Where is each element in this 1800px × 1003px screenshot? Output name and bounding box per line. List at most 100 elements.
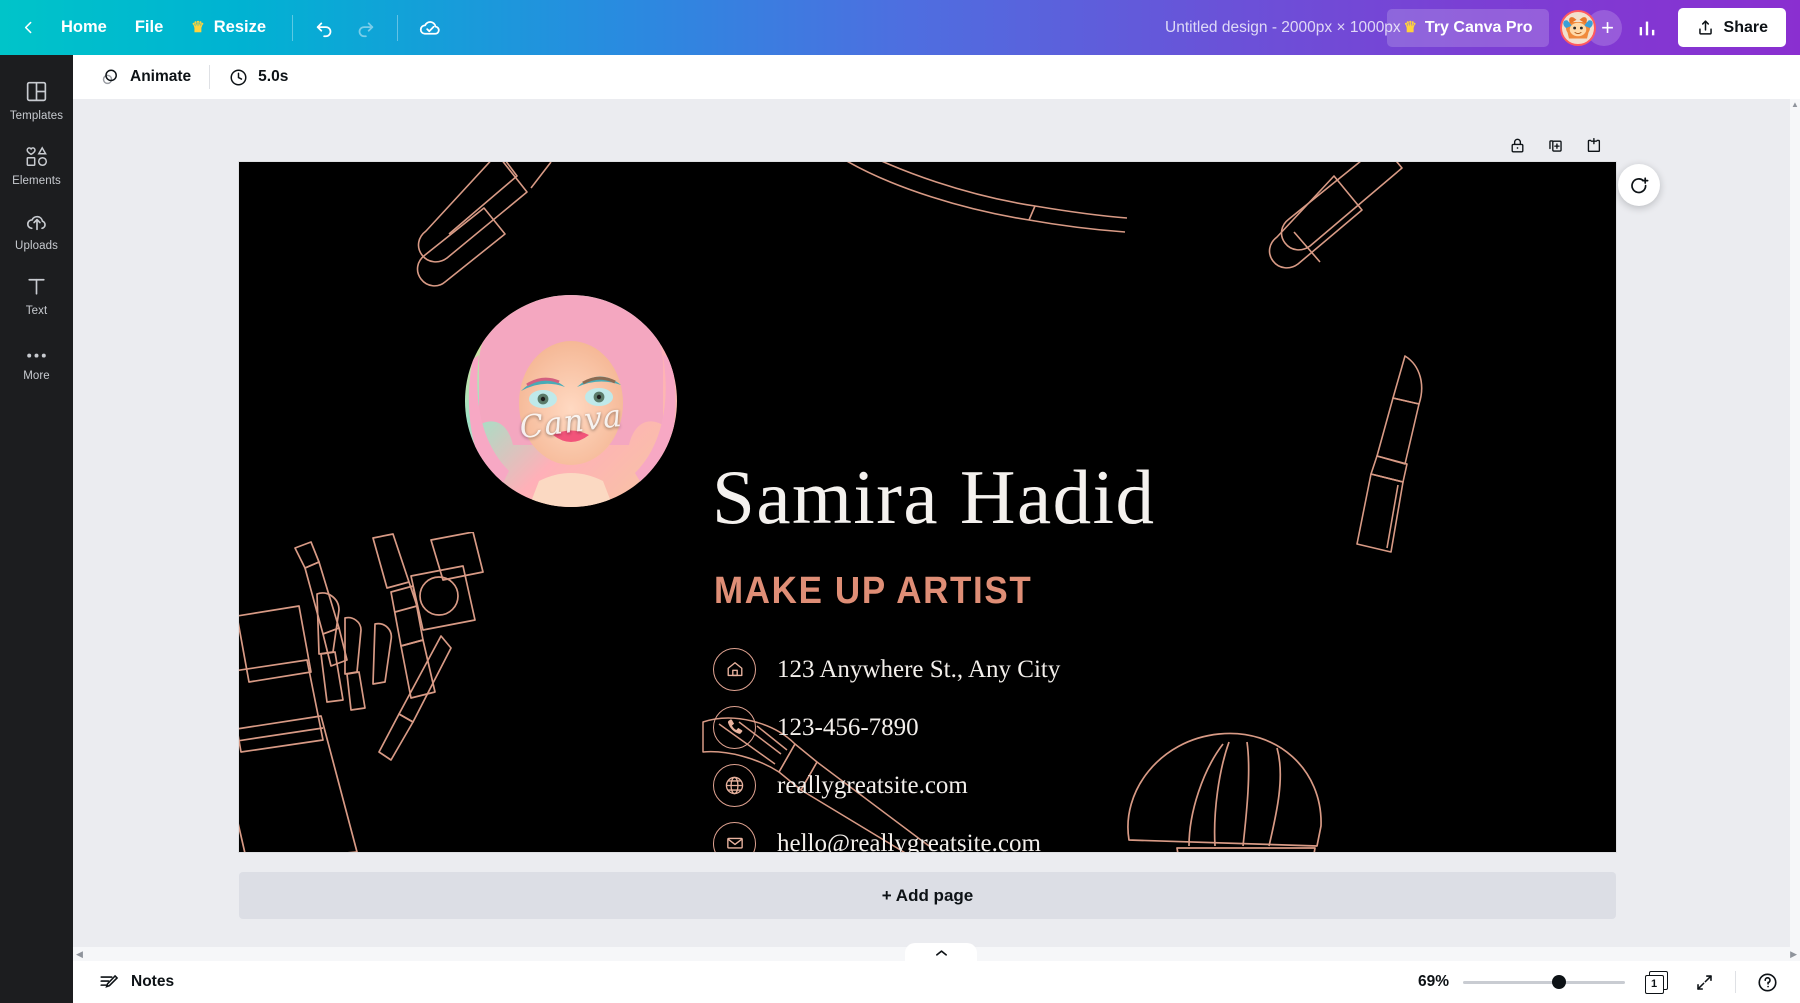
avatar[interactable]	[1559, 9, 1596, 46]
home-button[interactable]: Home	[47, 11, 121, 44]
contact-email-text: hello@reallygreatsite.com	[777, 829, 1041, 853]
page-number: 1	[1650, 978, 1658, 990]
avatar-image	[1562, 12, 1593, 43]
plus-icon: +	[1601, 14, 1614, 40]
zoom-slider-track	[1463, 980, 1625, 984]
cloud-check-icon	[419, 21, 440, 35]
sidebar-item-label: More	[23, 370, 50, 382]
animate-circles-icon	[102, 69, 117, 85]
back-button[interactable]	[0, 10, 47, 45]
contact-row-address[interactable]: 123 Anywhere St., Any City	[713, 640, 1060, 698]
scroll-up-arrow[interactable]: ▲	[1790, 99, 1800, 111]
pages-icon: 1	[1644, 970, 1668, 994]
clock-icon	[230, 68, 247, 86]
page-manager-button[interactable]: 1	[1639, 965, 1673, 999]
profile-photo-image	[465, 295, 677, 507]
design-canvas[interactable]: Canva Samira Hadid MAKE UP ARTIST 123 An…	[239, 162, 1616, 852]
divider	[1735, 971, 1736, 993]
crown-icon: ♛	[191, 19, 205, 36]
notes-button[interactable]: Notes	[87, 964, 185, 1000]
vertical-scrollbar[interactable]: ▲	[1790, 99, 1800, 947]
zoom-controls: 69% 1	[1418, 965, 1784, 999]
add-page-label: + Add page	[881, 885, 974, 905]
file-button[interactable]: File	[121, 11, 177, 44]
insights-button[interactable]	[1627, 8, 1667, 48]
elements-icon	[24, 144, 50, 169]
undo-icon	[316, 22, 332, 37]
contact-phone-text: 123-456-7890	[777, 713, 919, 741]
crown-icon: ♛	[1403, 19, 1417, 36]
lock-page-button[interactable]	[1500, 128, 1534, 162]
animate-button[interactable]: Animate	[89, 60, 201, 94]
collapse-panel-button[interactable]	[905, 943, 977, 963]
bottom-bar: Notes 69% 1	[73, 961, 1800, 1003]
divider	[397, 14, 399, 41]
help-icon	[1757, 972, 1777, 992]
zoom-slider-knob[interactable]	[1552, 975, 1566, 989]
add-comment-button[interactable]	[1618, 164, 1660, 206]
text-icon	[24, 274, 49, 299]
help-button[interactable]	[1750, 965, 1784, 999]
design-title[interactable]: Untitled design - 2000px × 1000px	[1155, 13, 1411, 43]
sidebar-item-label: Uploads	[15, 240, 58, 252]
sidebar-item-templates[interactable]: Templates	[0, 67, 73, 132]
scroll-right-arrow[interactable]: ▶	[1790, 949, 1797, 960]
add-page-bar[interactable]: + Add page	[239, 872, 1616, 919]
chevron-up-icon	[935, 950, 947, 956]
email-icon	[713, 821, 756, 852]
decor-brush-top-center	[846, 162, 1128, 233]
sidebar-item-label: Elements	[12, 175, 61, 187]
resize-button[interactable]: ♛ Resize	[177, 11, 280, 44]
contact-row-email[interactable]: hello@reallygreatsite.com	[713, 814, 1060, 852]
design-subtitle-text[interactable]: MAKE UP ARTIST	[714, 572, 1032, 610]
contact-row-phone[interactable]: 123-456-7890	[713, 698, 1060, 756]
add-page-icon	[1587, 137, 1600, 152]
canvas-work-area: Canva Samira Hadid MAKE UP ARTIST 123 An…	[73, 99, 1800, 954]
file-label: File	[134, 18, 164, 37]
redo-button[interactable]	[345, 8, 385, 48]
scroll-left-arrow[interactable]: ◀	[76, 949, 83, 960]
sidebar-item-more[interactable]: More	[0, 327, 73, 392]
share-button[interactable]: Share	[1677, 8, 1786, 47]
add-comment-icon	[1631, 177, 1649, 194]
decor-brush-top-right	[1268, 162, 1403, 269]
undo-button[interactable]	[305, 8, 345, 48]
share-upload-icon	[1698, 20, 1712, 35]
contact-address-text: 123 Anywhere St., Any City	[777, 655, 1061, 683]
sidebar-item-uploads[interactable]: Uploads	[0, 197, 73, 262]
decor-powder-brush-bottom-right	[1127, 732, 1322, 852]
phone-icon	[713, 705, 756, 749]
home-icon	[713, 647, 756, 691]
animate-label: Animate	[130, 68, 192, 85]
contact-row-website[interactable]: reallygreatsite.com	[713, 756, 1060, 814]
home-label: Home	[61, 18, 107, 37]
sidebar-item-elements[interactable]: Elements	[0, 132, 73, 197]
duration-label: 5.0s	[258, 68, 289, 85]
uploads-cloud-icon	[24, 209, 50, 234]
bar-chart-icon	[1639, 21, 1654, 35]
duration-button[interactable]: 5.0s	[218, 61, 298, 94]
add-page-button[interactable]	[1576, 128, 1610, 162]
zoom-percentage[interactable]: 69%	[1418, 973, 1449, 991]
duplicate-page-icon	[1548, 139, 1562, 152]
fullscreen-button[interactable]	[1687, 965, 1721, 999]
design-title-text[interactable]: Samira Hadid	[712, 459, 1156, 536]
zoom-slider[interactable]	[1463, 974, 1625, 990]
duplicate-page-button[interactable]	[1538, 128, 1572, 162]
decor-makeup-bag-bottom-left	[239, 532, 484, 852]
sidebar-item-text[interactable]: Text	[0, 262, 73, 327]
saved-status-button[interactable]	[410, 8, 450, 48]
templates-icon	[24, 79, 49, 104]
try-pro-label: Try Canva Pro	[1424, 18, 1533, 36]
lock-icon	[1511, 138, 1523, 153]
redo-icon	[358, 22, 374, 37]
profile-photo[interactable]: Canva	[465, 295, 677, 507]
more-dots-icon	[24, 339, 49, 364]
divider	[292, 14, 294, 41]
chevron-left-icon	[24, 21, 32, 34]
resize-label: Resize	[213, 18, 267, 37]
try-canva-pro-button[interactable]: ♛ Try Canva Pro	[1387, 8, 1549, 47]
sidebar-item-label: Text	[25, 305, 48, 317]
left-sidebar: Templates Elements Uploads Text More	[0, 55, 73, 1003]
sidebar-item-label: Templates	[9, 110, 64, 122]
